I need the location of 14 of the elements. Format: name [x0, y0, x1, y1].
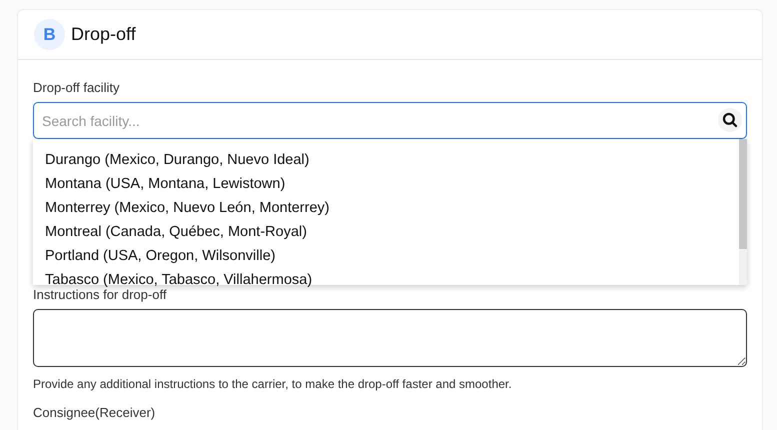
search-field[interactable]: Search facility...	[33, 102, 747, 139]
field-label: Drop-off facility	[33, 80, 120, 95]
facility-option[interactable]: Montreal (Canada, Québec, Mont-Royal)	[45, 220, 727, 244]
scrollbar-thumb[interactable]	[739, 139, 747, 249]
help-text: Provide any additional instructions to the carrier, to make the drop-off faster and smoother.	[33, 377, 513, 391]
facility-option[interactable]: Montana (USA, Montana, Lewistown)	[45, 172, 727, 196]
section-title: Drop-off	[71, 24, 136, 45]
field-label: Consignee(Receiver)	[33, 405, 156, 420]
field-label: Instructions for drop-off	[33, 287, 168, 302]
facility-option[interactable]: Durango (Mexico, Durango, Nuevo Ideal)	[45, 148, 727, 172]
facility-option[interactable]: Portland (USA, Oregon, Wilsonville)	[45, 244, 727, 268]
instructions-field[interactable]	[33, 309, 747, 367]
facility-option[interactable]: Monterrey (Mexico, Nuevo León, Monterrey)	[45, 196, 727, 220]
section-badge: B	[34, 19, 65, 50]
